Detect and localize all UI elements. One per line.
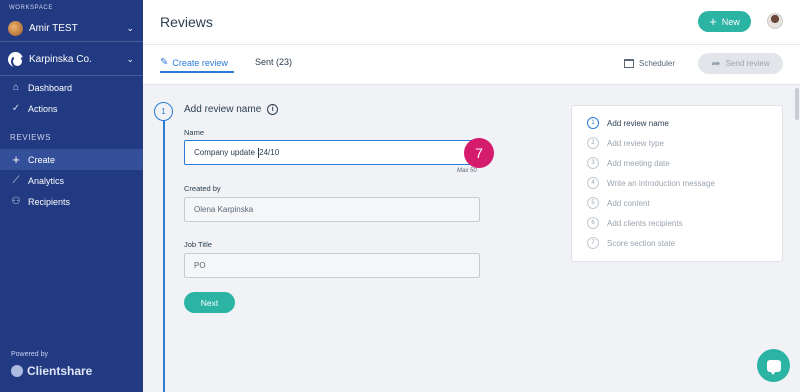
chevron-down-icon: ⌄ xyxy=(126,22,134,33)
job-title-value: PO xyxy=(194,261,206,270)
name-value-before-caret: Company update xyxy=(194,148,258,157)
sidebar: WORKSPACE Amir TEST ⌄ Karpinska Co. ⌄ ⌂ … xyxy=(0,0,143,392)
powered-by-label: Powered by xyxy=(11,351,48,358)
recipients-icon: ⚇ xyxy=(11,196,21,207)
step-indicator: 1 xyxy=(154,102,173,121)
steps-panel: 1 Add review name 2 Add review type 3 Ad… xyxy=(571,105,783,262)
step-item[interactable]: 5 Add content xyxy=(587,197,650,209)
created-by-label: Created by xyxy=(184,184,221,193)
calendar-icon xyxy=(624,59,634,68)
scheduler-label: Scheduler xyxy=(639,59,676,68)
new-button-label: New xyxy=(721,16,740,27)
company-name: Karpinska Co. xyxy=(29,53,92,65)
tab-create-review[interactable]: ✎ Create review xyxy=(160,57,228,68)
sidebar-item-dashboard[interactable]: ⌂ Dashboard xyxy=(0,77,143,98)
name-value-after-caret: 24/10 xyxy=(259,148,280,157)
pencil-icon: ✎ xyxy=(160,57,169,68)
job-title-field[interactable]: PO xyxy=(184,253,480,278)
tab-label: Sent (23) xyxy=(255,57,293,67)
step-label: Score section state xyxy=(607,238,676,248)
new-button[interactable]: + New xyxy=(698,11,751,32)
send-review-label: Send review xyxy=(725,59,770,68)
scrollbar-track[interactable] xyxy=(793,85,800,392)
header: Reviews + New xyxy=(143,0,800,45)
chat-bubble-icon xyxy=(766,359,781,375)
step-item[interactable]: 7 Score section state xyxy=(587,237,675,249)
step-number: 4 xyxy=(587,177,599,189)
step-item[interactable]: 1 Add review name xyxy=(587,117,669,129)
sidebar-item-label: Analytics xyxy=(28,175,65,186)
step-item[interactable]: 4 Write an introduction message xyxy=(587,177,715,189)
sidebar-item-label: Actions xyxy=(28,103,58,114)
step-label: Add meeting date xyxy=(607,158,670,168)
sidebar-item-recipients[interactable]: ⚇ Recipients xyxy=(0,191,143,212)
step-item[interactable]: 6 Add clients recipients xyxy=(587,217,683,229)
sidebar-item-create[interactable]: + Create xyxy=(0,149,143,170)
step-label: Add content xyxy=(607,198,650,208)
analytics-icon: ⟋ xyxy=(12,175,20,186)
tabs-bar: ✎ Create review Sent (23) Scheduler ➦ Se… xyxy=(143,45,800,85)
sidebar-section-reviews: REVIEWS xyxy=(10,133,52,142)
workspace-name: Amir TEST xyxy=(29,22,78,34)
sidebar-item-label: Recipients xyxy=(28,196,71,207)
stepper-line xyxy=(163,112,165,392)
sidebar-item-actions[interactable]: ✓ Actions xyxy=(0,98,143,119)
step-label: Add clients recipients xyxy=(607,218,683,228)
actions-icon: ✓ xyxy=(11,103,21,114)
tab-label: Create review xyxy=(172,57,228,68)
avatar[interactable] xyxy=(767,13,783,29)
share-arrow-icon: ➦ xyxy=(711,58,721,70)
active-tab-indicator xyxy=(160,71,234,73)
character-counter-badge: 7 xyxy=(464,138,494,168)
step-label: Add review name xyxy=(607,118,669,128)
brand-name: Clientshare xyxy=(27,364,93,378)
step-number: 2 xyxy=(587,137,599,149)
chevron-down-icon: ⌄ xyxy=(126,53,134,64)
created-by-value: Olena Karpinska xyxy=(194,205,254,214)
scheduler-button[interactable]: Scheduler xyxy=(624,59,675,68)
info-icon[interactable]: i xyxy=(267,104,279,115)
review-name-input[interactable]: Company update 24/10 xyxy=(184,140,480,165)
step-number: 5 xyxy=(587,197,599,209)
dashboard-icon: ⌂ xyxy=(12,82,20,93)
workspace-avatar xyxy=(8,20,23,36)
divider xyxy=(0,75,143,76)
sidebar-item-label: Dashboard xyxy=(28,82,73,93)
send-review-button[interactable]: ➦ Send review xyxy=(698,53,783,74)
sidebar-item-label: Create xyxy=(28,154,56,165)
plus-icon: + xyxy=(709,14,717,29)
created-by-field[interactable]: Olena Karpinska xyxy=(184,197,480,222)
section-title: Add review name i xyxy=(184,104,279,115)
divider xyxy=(0,41,143,42)
scrollbar-thumb[interactable] xyxy=(795,88,799,120)
chat-button[interactable] xyxy=(757,349,790,382)
next-button[interactable]: Next xyxy=(184,292,235,313)
section-title-text: Add review name xyxy=(184,104,262,115)
step-item[interactable]: 2 Add review type xyxy=(587,137,664,149)
step-item[interactable]: 3 Add meeting date xyxy=(587,157,670,169)
step-number: 7 xyxy=(587,237,599,249)
tab-sent[interactable]: Sent (23) xyxy=(255,57,292,67)
workspace-label: WORKSPACE xyxy=(9,5,53,11)
clientshare-icon xyxy=(11,365,23,377)
step-number: 1 xyxy=(587,117,599,129)
step-number: 6 xyxy=(587,217,599,229)
workspace-switcher-personal[interactable]: Amir TEST ⌄ xyxy=(8,18,138,38)
step-number: 3 xyxy=(587,157,599,169)
name-label: Name xyxy=(184,128,205,137)
sidebar-item-analytics[interactable]: ⟋ Analytics xyxy=(0,170,143,191)
workspace-switcher-company[interactable]: Karpinska Co. ⌄ xyxy=(8,49,138,69)
company-logo xyxy=(8,51,24,68)
page-title: Reviews xyxy=(160,14,213,30)
plus-icon: + xyxy=(12,152,20,167)
step-label: Add review type xyxy=(607,138,664,148)
step-label: Write an introduction message xyxy=(607,178,715,188)
brand-logo: Clientshare xyxy=(11,364,92,378)
max-length-hint: Max 50 xyxy=(457,168,477,174)
job-title-label: Job Title xyxy=(184,240,212,249)
